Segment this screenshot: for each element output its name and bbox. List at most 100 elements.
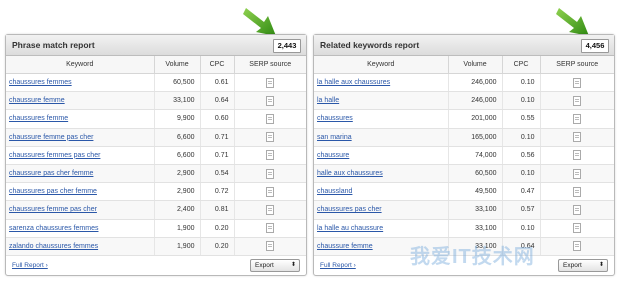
- cpc-cell: 0.20: [200, 219, 235, 238]
- document-icon[interactable]: [266, 77, 275, 88]
- keyword-cell: chaussure: [314, 146, 449, 165]
- keyword-link[interactable]: chaussures femme: [9, 115, 68, 122]
- keyword-link[interactable]: chaussures femmes pas cher: [9, 152, 100, 159]
- watermark: 我爱IT技术网: [410, 246, 535, 268]
- document-icon[interactable]: [266, 204, 275, 215]
- keyword-cell: chaussures pas cher: [314, 200, 449, 220]
- serp-cell: [234, 237, 306, 256]
- keyword-link[interactable]: halle aux chaussures: [317, 170, 383, 177]
- keyword-cell: chaussures pas cher femme: [6, 182, 155, 202]
- cpc-cell: 0.10: [502, 73, 541, 93]
- volume-cell: 2,400: [154, 200, 201, 220]
- volume-cell: 201,000: [448, 109, 503, 129]
- volume-cell: 246,000: [448, 73, 503, 93]
- volume-cell: 6,600: [154, 146, 201, 165]
- volume-cell: 33,100: [448, 219, 503, 238]
- document-icon[interactable]: [573, 168, 582, 179]
- col-serp-source[interactable]: SERP source: [234, 56, 306, 74]
- keyword-link[interactable]: zalando chaussures femmes: [9, 243, 98, 250]
- keyword-link[interactable]: la halle: [317, 97, 339, 104]
- document-icon[interactable]: [573, 223, 582, 234]
- serp-cell: [234, 164, 306, 184]
- table-row: sarenza chaussures femmes 1,900 0.20: [6, 219, 306, 238]
- volume-cell: 2,900: [154, 164, 201, 184]
- table-row: zalando chaussures femmes 1,900 0.20: [6, 237, 306, 256]
- document-icon[interactable]: [266, 223, 275, 234]
- col-keyword[interactable]: Keyword: [314, 56, 449, 74]
- col-serp-source[interactable]: SERP source: [540, 56, 614, 74]
- keyword-link[interactable]: chaussure femme pas cher: [9, 134, 93, 141]
- volume-cell: 33,100: [154, 91, 201, 111]
- document-icon[interactable]: [573, 77, 582, 88]
- keyword-link[interactable]: san marina: [317, 134, 352, 141]
- document-icon[interactable]: [573, 241, 582, 252]
- result-count-badge: 2,443: [273, 39, 301, 53]
- keyword-link[interactable]: la halle aux chaussures: [317, 79, 390, 86]
- cpc-cell: 0.10: [502, 164, 541, 184]
- keyword-link[interactable]: chaussures: [317, 115, 353, 122]
- keyword-link[interactable]: chaussures femmes: [9, 79, 72, 86]
- export-select[interactable]: Export ⬍: [250, 259, 300, 272]
- keyword-link[interactable]: la halle au chaussure: [317, 225, 383, 232]
- cpc-cell: 0.57: [502, 200, 541, 220]
- table-row: chaussures femme pas cher 2,400 0.81: [6, 200, 306, 220]
- full-report-link[interactable]: Full Report ›: [12, 262, 48, 269]
- document-icon[interactable]: [573, 186, 582, 197]
- phrase-match-panel: Phrase match report 2,443 Keyword Volume…: [5, 34, 307, 276]
- col-cpc[interactable]: CPC: [502, 56, 541, 74]
- cpc-cell: 0.55: [502, 109, 541, 129]
- keyword-link[interactable]: chaussland: [317, 188, 352, 195]
- volume-cell: 2,900: [154, 182, 201, 202]
- keyword-cell: chaussure femme: [6, 91, 155, 111]
- document-icon[interactable]: [573, 204, 582, 215]
- serp-cell: [540, 219, 614, 238]
- document-icon[interactable]: [266, 186, 275, 197]
- keyword-link[interactable]: chaussure femme: [9, 97, 65, 104]
- keyword-link[interactable]: chaussure: [317, 152, 349, 159]
- document-icon[interactable]: [573, 95, 582, 106]
- keyword-cell: la halle aux chaussures: [314, 73, 449, 93]
- keyword-cell: zalando chaussures femmes: [6, 237, 155, 256]
- keyword-cell: la halle: [314, 91, 449, 111]
- document-icon[interactable]: [266, 113, 275, 124]
- cpc-cell: 0.10: [502, 91, 541, 111]
- chevron-updown-icon: ⬍: [598, 262, 604, 268]
- keyword-link[interactable]: chaussures pas cher: [317, 206, 382, 213]
- export-label: Export: [563, 262, 582, 269]
- export-select[interactable]: Export ⬍: [558, 259, 608, 272]
- cpc-cell: 0.71: [200, 128, 235, 147]
- cpc-cell: 0.61: [200, 73, 235, 93]
- document-icon[interactable]: [573, 113, 582, 124]
- document-icon[interactable]: [573, 150, 582, 161]
- document-icon[interactable]: [573, 132, 582, 143]
- serp-cell: [540, 146, 614, 165]
- serp-cell: [540, 109, 614, 129]
- keyword-link[interactable]: chaussure femme: [317, 243, 373, 250]
- document-icon[interactable]: [266, 95, 275, 106]
- col-cpc[interactable]: CPC: [200, 56, 235, 74]
- col-volume[interactable]: Volume: [448, 56, 503, 74]
- document-icon[interactable]: [266, 150, 275, 161]
- keyword-table: Keyword Volume CPC SERP source la halle …: [314, 56, 614, 256]
- cpc-cell: 0.60: [200, 109, 235, 129]
- panel-title: Phrase match report: [12, 40, 95, 50]
- document-icon[interactable]: [266, 241, 275, 252]
- cpc-cell: 0.56: [502, 146, 541, 165]
- volume-cell: 165,000: [448, 128, 503, 147]
- keyword-link[interactable]: chaussures pas cher femme: [9, 188, 97, 195]
- document-icon[interactable]: [266, 132, 275, 143]
- table-row: la halle 246,000 0.10: [314, 91, 614, 111]
- serp-cell: [540, 73, 614, 93]
- keyword-link[interactable]: chaussures femme pas cher: [9, 206, 97, 213]
- col-keyword[interactable]: Keyword: [6, 56, 155, 74]
- table-row: chaussures pas cher 33,100 0.57: [314, 200, 614, 220]
- keyword-link[interactable]: chaussure pas cher femme: [9, 170, 93, 177]
- full-report-link[interactable]: Full Report ›: [320, 262, 356, 269]
- table-row: chaussland 49,500 0.47: [314, 182, 614, 202]
- document-icon[interactable]: [266, 168, 275, 179]
- cpc-cell: 0.81: [200, 200, 235, 220]
- keyword-link[interactable]: sarenza chaussures femmes: [9, 225, 98, 232]
- volume-cell: 49,500: [448, 182, 503, 202]
- volume-cell: 246,000: [448, 91, 503, 111]
- col-volume[interactable]: Volume: [154, 56, 201, 74]
